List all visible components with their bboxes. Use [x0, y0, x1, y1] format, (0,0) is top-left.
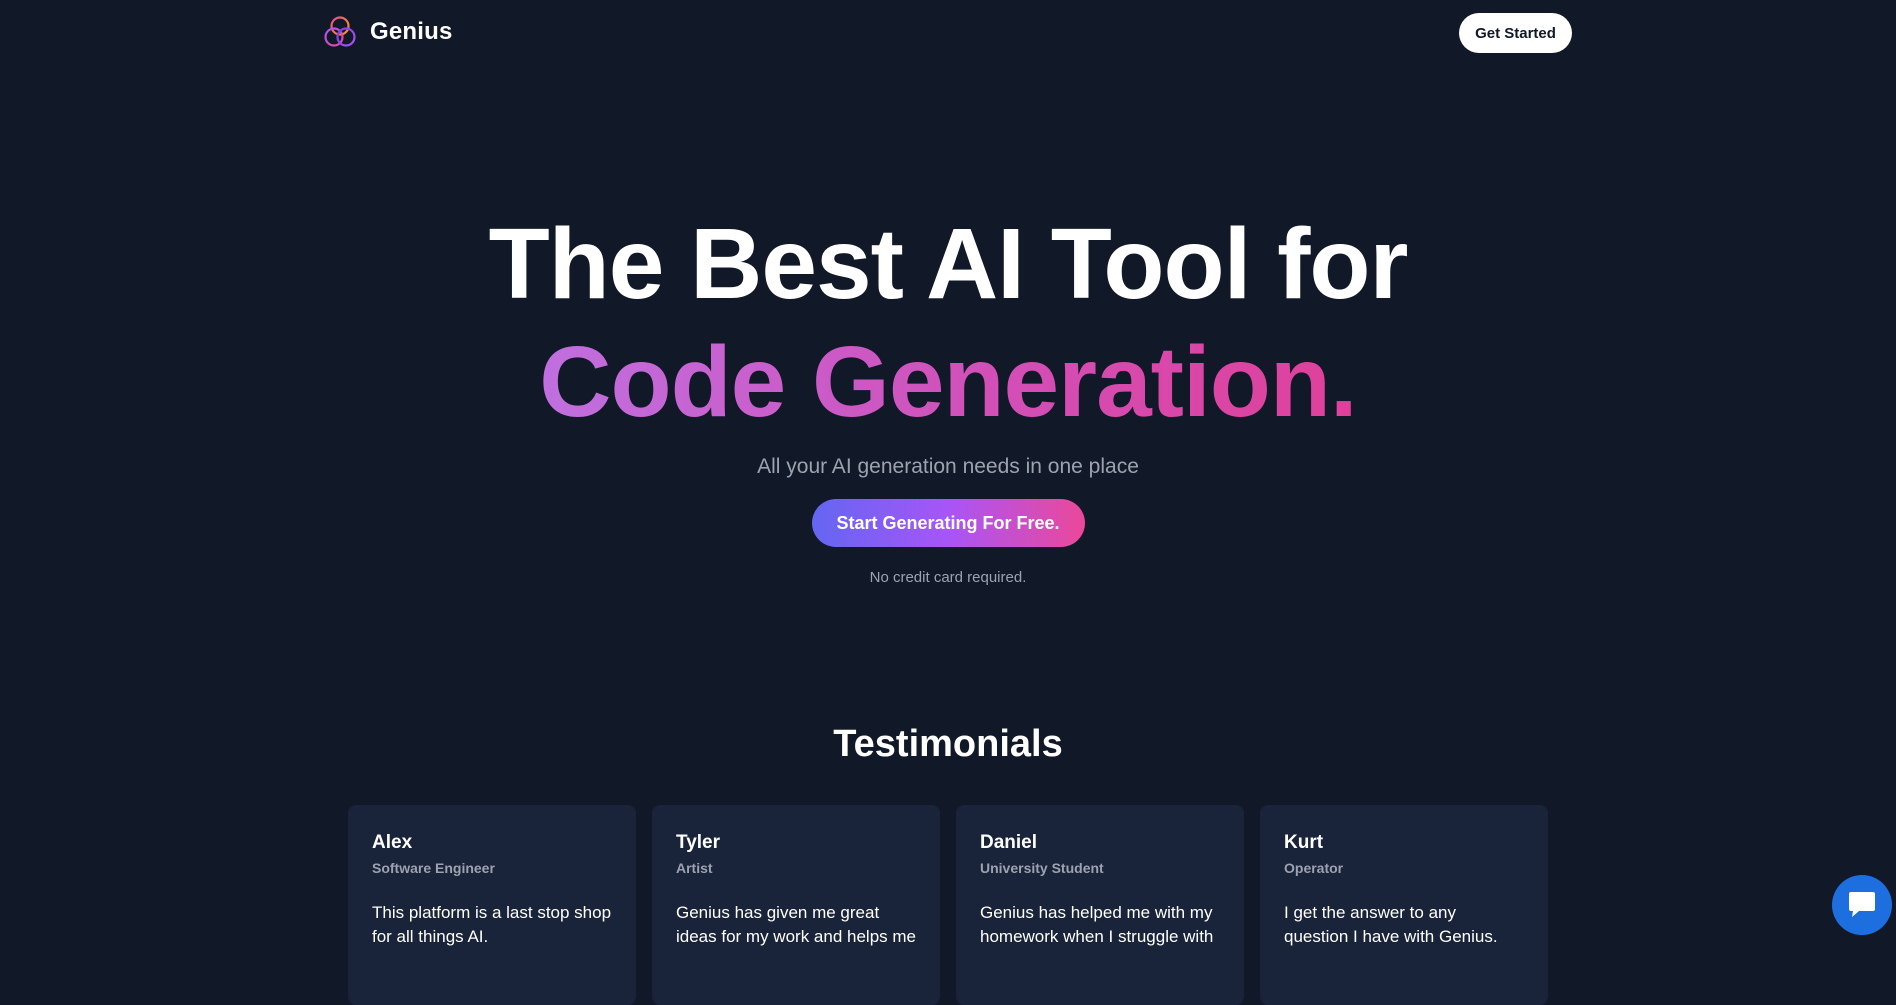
testimonial-text: This platform is a last stop shop for al…	[372, 903, 612, 946]
get-started-button[interactable]: Get Started	[1459, 13, 1572, 53]
start-generating-button[interactable]: Start Generating For Free.	[811, 499, 1085, 547]
testimonial-text: Genius has helped me with my homework wh…	[980, 903, 1214, 946]
brand-link[interactable]: Genius	[322, 14, 453, 50]
testimonials-title: Testimonials	[833, 723, 1063, 765]
testimonial-card: Kurt Operator I get the answer to any qu…	[1260, 805, 1548, 1005]
hero-title-line-2: Code Generation.	[539, 323, 1357, 441]
brand-name: Genius	[370, 18, 453, 45]
navbar: Genius Get Started	[0, 0, 1896, 66]
hero-section: The Best AI Tool for Code Generation. Al…	[0, 205, 1896, 586]
testimonial-text: I get the answer to any question I have …	[1284, 903, 1498, 946]
testimonial-card: Tyler Artist Genius has given me great i…	[652, 805, 940, 1005]
testimonial-role: Operator	[1284, 860, 1344, 876]
testimonial-role: Software Engineer	[372, 860, 495, 876]
testimonial-role: University Student	[980, 860, 1104, 876]
testimonial-name: Alex	[372, 832, 413, 853]
chat-bubble-icon	[1849, 892, 1875, 917]
testimonial-name: Daniel	[980, 832, 1038, 853]
testimonial-text: Genius has given me great ideas for my w…	[676, 903, 916, 946]
no-credit-card-note: No credit card required.	[869, 569, 1027, 586]
hero-subtitle: All your AI generation needs in one plac…	[757, 455, 1139, 478]
testimonials-section: Testimonials Alex Software Engineer This…	[0, 720, 1896, 1005]
hero-title-line-1: The Best AI Tool for	[488, 208, 1409, 320]
genius-logo-icon	[324, 16, 356, 47]
testimonial-cards: Alex Software Engineer This platform is …	[348, 805, 1548, 1005]
testimonial-card: Alex Software Engineer This platform is …	[348, 805, 636, 1005]
testimonial-name: Kurt	[1284, 832, 1324, 853]
chat-widget-button[interactable]	[1832, 875, 1892, 935]
testimonial-name: Tyler	[676, 832, 721, 853]
testimonial-card: Daniel University Student Genius has hel…	[956, 805, 1244, 1005]
testimonial-role: Artist	[676, 860, 713, 876]
